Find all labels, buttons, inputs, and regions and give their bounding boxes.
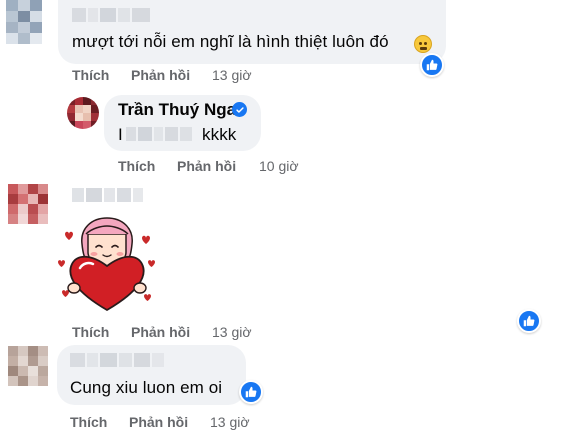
author-avatar[interactable] xyxy=(67,97,99,129)
comment-text-1: mượt tới nỗi em nghĩ là hình thiệt luôn … xyxy=(72,32,389,51)
like-button[interactable]: Thích xyxy=(72,324,109,340)
comment-text-suffix: kkkk xyxy=(202,125,237,144)
reply-button[interactable]: Phản hồi xyxy=(129,414,188,430)
like-button[interactable]: Thích xyxy=(118,158,155,174)
comment-timestamp[interactable]: 10 giờ xyxy=(259,158,299,174)
avatar-blurred-user-3[interactable] xyxy=(8,346,48,386)
comment-timestamp[interactable]: 13 giờ xyxy=(210,414,250,430)
thinking-face-emoji xyxy=(414,35,432,53)
blurred-author-name-1 xyxy=(72,8,150,22)
comment-text-prefix: I xyxy=(118,125,123,144)
like-icon[interactable] xyxy=(420,53,444,77)
like-icon[interactable] xyxy=(239,380,263,404)
like-icon[interactable] xyxy=(517,309,541,333)
reply-button[interactable]: Phản hồi xyxy=(177,158,236,174)
comment-author-name[interactable]: Trần Thuý Nga xyxy=(118,100,236,120)
avatar-blurred-user-2[interactable] xyxy=(8,184,48,224)
blurred-author-name-3 xyxy=(70,353,164,367)
comment-timestamp[interactable]: 13 giờ xyxy=(212,324,252,340)
girl-holding-heart-sticker[interactable] xyxy=(56,212,158,316)
blurred-author-name-2 xyxy=(72,188,143,202)
blurred-comment-text xyxy=(126,127,192,141)
verified-badge-icon xyxy=(232,102,247,117)
like-button[interactable]: Thích xyxy=(70,414,107,430)
like-button[interactable]: Thích xyxy=(72,67,109,83)
reply-button[interactable]: Phản hồi xyxy=(131,67,190,83)
comment-text-4: Cung xiu luon em oi xyxy=(70,378,223,397)
avatar-blurred-user-1[interactable] xyxy=(6,0,42,44)
reply-button[interactable]: Phản hồi xyxy=(131,324,190,340)
comment-timestamp[interactable]: 13 giờ xyxy=(212,67,252,83)
